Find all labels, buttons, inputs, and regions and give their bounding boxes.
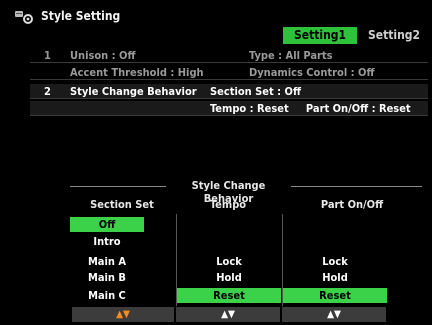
list-item-unison[interactable]: 1 Unison : Off Type : All Parts xyxy=(30,48,428,63)
item-left: Style Change Behavior xyxy=(70,85,197,98)
option-main-a[interactable]: Main A xyxy=(70,254,144,269)
row-divider xyxy=(30,115,428,116)
option-intro[interactable]: Intro xyxy=(70,234,144,249)
list-item-style-change-behavior[interactable]: 2 Style Change Behavior Section Set : Of… xyxy=(30,84,428,99)
section-set-scroll-arrows[interactable]: ▲▼ xyxy=(72,307,174,322)
panel-title-divider xyxy=(291,186,422,187)
item-number: 2 xyxy=(44,85,51,98)
col-header-part-onoff: Part On/Off xyxy=(320,198,384,211)
tab-setting1[interactable]: Setting1 xyxy=(283,27,357,44)
section-set-column[interactable]: Off Intro Main A Main B Main C xyxy=(70,214,174,306)
col-header-tempo: Tempo xyxy=(209,198,247,211)
option-lock[interactable]: Lock xyxy=(177,254,281,269)
window-title: Style Setting xyxy=(41,9,121,23)
item-right: Section Set : Off xyxy=(210,85,301,98)
col-header-section-set: Section Set xyxy=(90,198,154,211)
option-hold[interactable]: Hold xyxy=(283,270,387,285)
part-onoff-scroll-arrows[interactable]: ▲▼ xyxy=(282,307,386,322)
tempo-scroll-arrows[interactable]: ▲▼ xyxy=(176,307,280,322)
list-item-tempo-part[interactable]: Tempo : Reset Part On/Off : Reset xyxy=(30,101,428,116)
item-right: Type : All Parts xyxy=(249,49,333,62)
panel-title-divider xyxy=(70,186,166,187)
item-left: Accent Threshold : High xyxy=(70,66,204,79)
option-hold[interactable]: Hold xyxy=(177,270,281,285)
option-reset[interactable]: Reset xyxy=(177,288,281,303)
option-lock[interactable]: Lock xyxy=(283,254,387,269)
item-number: 1 xyxy=(44,49,51,62)
row-divider xyxy=(30,79,428,80)
tempo-column[interactable]: Lock Hold Reset xyxy=(176,214,281,306)
part-onoff-column[interactable]: Lock Hold Reset xyxy=(282,214,387,306)
row-divider xyxy=(30,98,428,99)
option-reset[interactable]: Reset xyxy=(283,288,387,303)
item-right: Dynamics Control : Off xyxy=(249,66,375,79)
style-setting-screen: Style Setting Setting1 Setting2 1 Unison… xyxy=(0,0,432,325)
option-off[interactable]: Off xyxy=(70,217,144,232)
item-right: Tempo : Reset Part On/Off : Reset xyxy=(210,102,411,115)
option-main-b[interactable]: Main B xyxy=(70,270,144,285)
tab-setting2[interactable]: Setting2 xyxy=(359,27,429,44)
item-left: Unison : Off xyxy=(70,49,136,62)
option-main-c[interactable]: Main C xyxy=(70,288,144,303)
row-divider xyxy=(30,62,428,63)
list-item-accent[interactable]: Accent Threshold : High Dynamics Control… xyxy=(30,65,428,80)
style-settings-icon xyxy=(14,9,36,25)
